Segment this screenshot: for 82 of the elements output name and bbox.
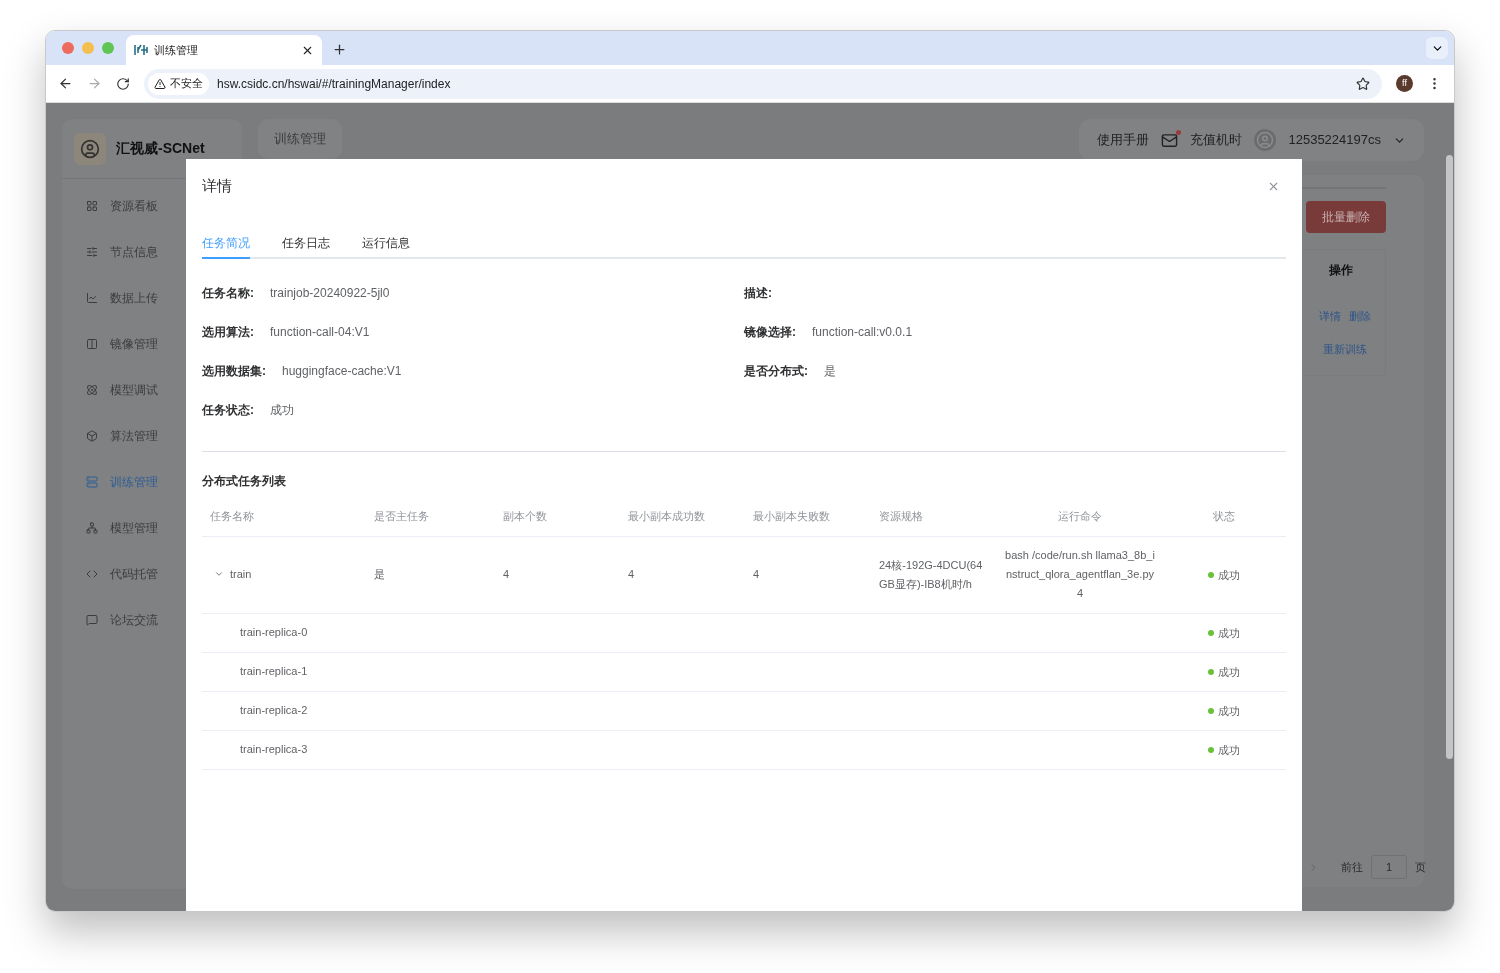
field-label: 选用数据集: bbox=[202, 362, 266, 380]
menu-item-icon bbox=[86, 200, 98, 212]
batch-delete-button[interactable]: 批量删除 bbox=[1306, 201, 1386, 233]
back-icon[interactable] bbox=[58, 76, 73, 91]
status-text: 成功 bbox=[1218, 625, 1240, 641]
field-value: 成功 bbox=[270, 401, 294, 419]
delete-link[interactable]: 删除 bbox=[1349, 308, 1371, 325]
table-cell-text: train-replica-1 bbox=[239, 665, 308, 678]
table-cell-text: train-replica-3 bbox=[239, 743, 308, 756]
warning-icon bbox=[154, 77, 166, 90]
table-cell: 4 bbox=[503, 568, 510, 581]
url-text: hsw.csidc.cn/hswai/#/trainingManager/index bbox=[217, 75, 452, 93]
dialog-tab[interactable]: 任务简况 bbox=[202, 229, 250, 259]
dialog-tab[interactable]: 任务日志 bbox=[282, 229, 330, 259]
column-header: 最小副本失败数 bbox=[745, 496, 871, 536]
recharge-link[interactable]: 充值机时 bbox=[1190, 130, 1243, 150]
goto-label: 前往 bbox=[1341, 859, 1363, 875]
table-cell: 4 bbox=[753, 568, 760, 581]
close-window-icon[interactable] bbox=[62, 42, 74, 54]
menu-item-icon bbox=[86, 522, 98, 534]
menu-item-icon bbox=[86, 476, 98, 488]
field-value: trainjob-20240922-5jl0 bbox=[270, 284, 390, 302]
status-text: 成功 bbox=[1218, 567, 1240, 583]
page-input[interactable]: 1 bbox=[1371, 855, 1407, 879]
field-value: function-call-04:V1 bbox=[270, 323, 370, 341]
security-label: 不安全 bbox=[170, 76, 203, 92]
field-label: 任务名称: bbox=[202, 284, 254, 302]
table-cell-text: train-replica-0 bbox=[239, 626, 308, 639]
column-header: 操作 bbox=[1328, 262, 1353, 279]
column-header: 资源规格 bbox=[871, 496, 997, 536]
menu-item-icon bbox=[86, 292, 98, 304]
tab-list-button[interactable] bbox=[1426, 37, 1448, 59]
status-text: 成功 bbox=[1218, 703, 1240, 719]
tab-title: 训练管理 bbox=[154, 42, 199, 58]
page-unit: 页 bbox=[1415, 859, 1426, 875]
reload-icon[interactable] bbox=[116, 76, 130, 91]
forward-icon[interactable] bbox=[87, 76, 102, 91]
menu-item-icon bbox=[86, 568, 98, 580]
detail-link[interactable]: 详情 bbox=[1319, 308, 1341, 325]
manual-link[interactable]: 使用手册 bbox=[1097, 130, 1150, 150]
bookmark-star-icon[interactable] bbox=[1356, 76, 1370, 91]
security-chip[interactable]: 不安全 bbox=[148, 72, 209, 95]
column-header: 任务名称 bbox=[202, 496, 366, 536]
column-header: 最小副本成功数 bbox=[620, 496, 745, 536]
table-cell: 4 bbox=[628, 568, 635, 581]
table-cell-text: train bbox=[230, 566, 252, 582]
table-cell-text: 24核-192G-4DCU(64GB显存)-IB8机时/h bbox=[879, 557, 983, 592]
username[interactable]: 12535224197cs bbox=[1288, 130, 1381, 150]
field-value: function-call:v0.0.1 bbox=[812, 323, 913, 341]
profile-avatar[interactable]: ff bbox=[1396, 75, 1413, 92]
dialog-tab[interactable]: 运行信息 bbox=[362, 229, 410, 259]
menu-item-icon bbox=[86, 384, 98, 396]
menu-item-icon bbox=[86, 246, 98, 258]
new-tab-icon[interactable] bbox=[332, 42, 347, 57]
status-text: 成功 bbox=[1218, 664, 1240, 680]
column-header: 副本个数 bbox=[495, 496, 620, 536]
table-cell: 是 bbox=[374, 568, 385, 581]
browser-tab[interactable]: 训练管理 bbox=[126, 35, 322, 65]
field-value: huggingface-cache:V1 bbox=[282, 362, 402, 380]
mail-icon[interactable] bbox=[1161, 131, 1179, 149]
table-cell-text: train-replica-2 bbox=[239, 704, 308, 717]
column-header: 运行命令 bbox=[997, 496, 1162, 536]
status-text: 成功 bbox=[1218, 742, 1240, 758]
menu-item-icon bbox=[86, 614, 98, 626]
menu-item-icon bbox=[86, 430, 98, 442]
column-header: 是否主任务 bbox=[366, 496, 495, 536]
section-title: 分布式任务列表 bbox=[202, 473, 287, 490]
field-label: 是否分布式: bbox=[744, 362, 808, 380]
field-value: 是 bbox=[824, 362, 836, 380]
field-label: 镜像选择: bbox=[744, 323, 796, 341]
field-label: 任务状态: bbox=[202, 401, 254, 419]
logo-text: 汇视威-SCNet bbox=[116, 139, 205, 158]
field-label: 描述: bbox=[744, 284, 772, 302]
table-cell-text: bash /code/run.sh llama3_8b_instruct_qlora_agentflan_3e.py 4 bbox=[1005, 548, 1155, 601]
logo-icon bbox=[74, 132, 106, 165]
site-logo-icon bbox=[134, 44, 148, 56]
dialog-title: 详情 bbox=[202, 175, 232, 196]
column-header: 状态 bbox=[1162, 496, 1286, 536]
menu-item-icon bbox=[86, 338, 98, 350]
header-tab[interactable]: 训练管理 bbox=[258, 119, 342, 159]
field-label: 选用算法: bbox=[202, 323, 254, 341]
address-bar[interactable]: 不安全 hsw.csidc.cn/hswai/#/trainingManager/index bbox=[144, 68, 1382, 99]
